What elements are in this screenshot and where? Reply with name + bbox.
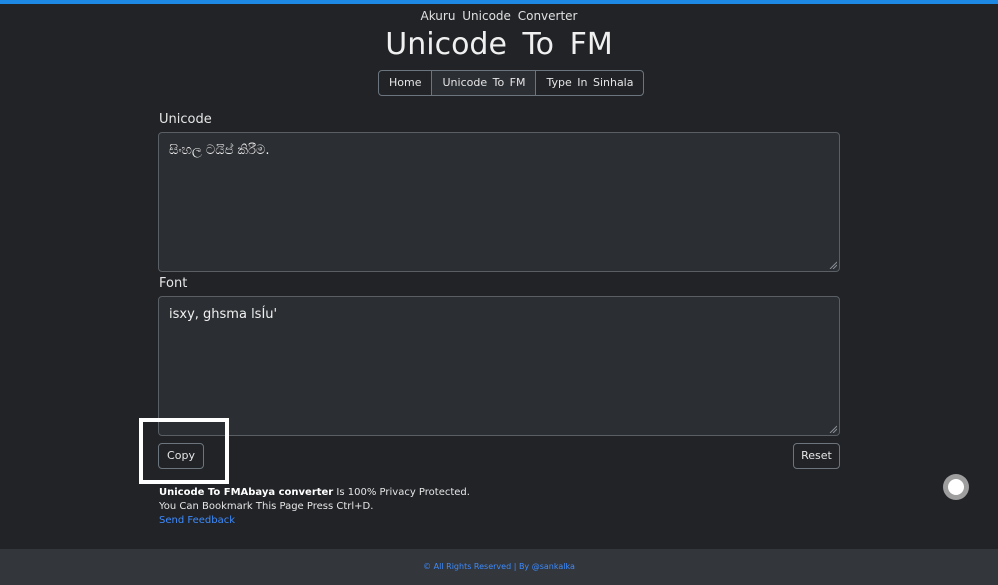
unicode-text: සිංහල ටයිප් කිරීම. (169, 143, 270, 158)
font-textarea[interactable]: isxy, ghsma lsÍu' (158, 296, 840, 436)
privacy-text: Is 100% Privacy Protected. (333, 487, 470, 498)
resize-grip-icon[interactable] (829, 261, 837, 269)
font-text: isxy, ghsma lsÍu' (169, 307, 278, 322)
send-feedback-link[interactable]: Send Feedback (159, 514, 470, 528)
resize-grip-icon[interactable] (829, 425, 837, 433)
page-title: Unicode To FM (385, 27, 613, 62)
nav-type-in-sinhala[interactable]: Type In Sinhala (536, 71, 643, 95)
nav-unicode-to-fm[interactable]: Unicode To FM (432, 71, 537, 95)
footer-copyright[interactable]: © All Rights Reserved | By @sankalka (423, 562, 575, 571)
circle-icon (948, 479, 964, 495)
font-label: Font (159, 276, 188, 291)
footer: © All Rights Reserved | By @sankalka (0, 549, 998, 585)
unicode-textarea[interactable]: සිංහල ටයිප් කිරීම. (158, 132, 840, 272)
bookmark-line: You Can Bookmark This Page Press Ctrl+D. (159, 501, 374, 512)
copy-button-highlight (139, 418, 229, 484)
converter-name: Unicode To FMAbaya converter (159, 487, 334, 498)
info-block: Unicode To FMAbaya converter Is 100% Pri… (159, 486, 470, 528)
privacy-line: Unicode To FMAbaya converter Is 100% Pri… (159, 486, 470, 500)
nav-button-group: Home Unicode To FM Type In Sinhala (378, 70, 645, 96)
reset-button[interactable]: Reset (793, 443, 840, 469)
top-accent-bar (0, 0, 998, 4)
nav-home[interactable]: Home (379, 71, 433, 95)
unicode-label: Unicode (159, 112, 212, 127)
site-brand: Akuru Unicode Converter (420, 9, 578, 23)
floating-action-button[interactable] (943, 474, 969, 500)
